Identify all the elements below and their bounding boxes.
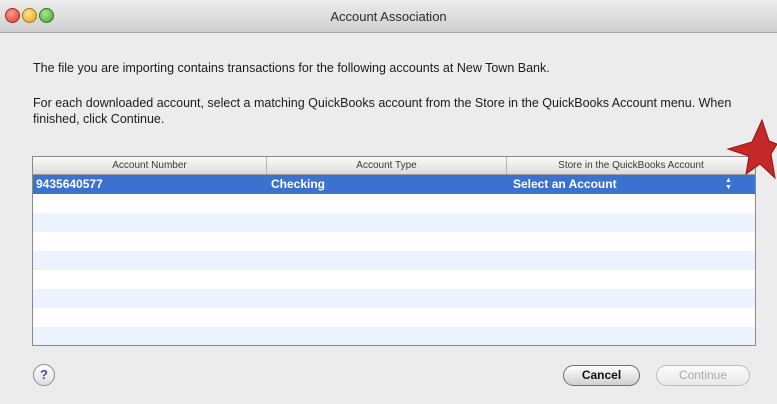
empty-row — [33, 194, 755, 213]
continue-button[interactable]: Continue — [656, 365, 750, 386]
table-header: Account Number Account Type Store in the… — [33, 157, 755, 175]
cancel-button[interactable]: Cancel — [563, 365, 640, 386]
title-bar: Account Association — [0, 0, 777, 33]
accounts-table: Account Number Account Type Store in the… — [32, 156, 756, 346]
empty-row — [33, 232, 755, 251]
window-title: Account Association — [330, 9, 447, 24]
empty-row — [33, 251, 755, 270]
account-type-cell: Checking — [271, 177, 326, 191]
table-row[interactable]: 9435640577 Checking Select an Account ▲ ▼ — [33, 175, 755, 194]
column-header-account-number[interactable]: Account Number — [33, 157, 267, 174]
empty-row — [33, 270, 755, 289]
help-button[interactable]: ? — [33, 364, 55, 386]
column-header-account-type[interactable]: Account Type — [267, 157, 507, 174]
account-number-cell: 9435640577 — [36, 177, 103, 191]
empty-row — [33, 213, 755, 232]
empty-row — [33, 289, 755, 308]
quickbooks-account-popup[interactable]: Select an Account — [513, 175, 617, 194]
column-header-store-in-account[interactable]: Store in the QuickBooks Account — [507, 157, 755, 174]
instruction-text: For each downloaded account, select a ma… — [33, 96, 732, 126]
intro-text: The file you are importing contains tran… — [33, 61, 550, 75]
empty-row — [33, 308, 755, 327]
red-star-icon — [726, 118, 777, 180]
empty-row — [33, 327, 755, 345]
